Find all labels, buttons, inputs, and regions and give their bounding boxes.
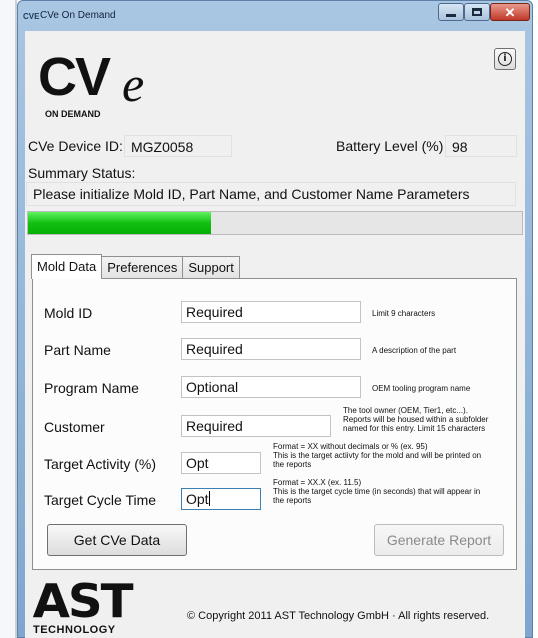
cve-logo: CV e ON DEMAND xyxy=(38,49,163,131)
progress-bar xyxy=(27,211,523,235)
progress-fill xyxy=(28,212,211,234)
part-name-input[interactable]: Required xyxy=(181,338,361,360)
target-activity-label: Target Activity (%) xyxy=(44,456,157,472)
copyright-text: © Copyright 2011 AST Technology GmbH · A… xyxy=(187,610,490,622)
client-area: CV e ON DEMAND i CVe Device ID: MGZ0058 … xyxy=(25,31,525,638)
battery-value: 98 xyxy=(445,135,517,157)
ast-logo-subtitle: TECHNOLOGY xyxy=(33,624,116,636)
customer-hint: The tool owner (OEM, Tier1, etc...). Rep… xyxy=(343,406,489,433)
mold-data-panel: Mold ID Required Limit 9 characters Part… xyxy=(32,278,517,570)
maximize-icon xyxy=(472,8,482,16)
logo-main-text: CV xyxy=(38,47,111,107)
maximize-button[interactable] xyxy=(464,3,490,21)
tab-support[interactable]: Support xyxy=(182,256,240,278)
desktop-edge xyxy=(0,0,17,638)
text-caret xyxy=(208,491,210,506)
program-name-label: Program Name xyxy=(44,380,139,396)
app-window: CVE CVe On Demand ✕ CV e ON DEMAND i CVe… xyxy=(17,0,533,638)
get-cve-data-button[interactable]: Get CVe Data xyxy=(47,524,187,556)
summary-message: Please initialize Mold ID, Part Name, an… xyxy=(26,182,516,206)
close-button[interactable]: ✕ xyxy=(490,3,530,21)
part-name-hint: A description of the part xyxy=(372,346,457,355)
generate-report-button[interactable]: Generate Report xyxy=(374,524,504,556)
ast-logo: AST TECHNOLOGY xyxy=(32,574,163,636)
device-id-label: CVe Device ID: xyxy=(28,138,123,154)
app-icon: CVE xyxy=(23,12,40,21)
window-title: CVe On Demand xyxy=(40,10,116,21)
tab-strip: Mold Data Preferences Support xyxy=(31,254,240,279)
target-cycle-time-hint: Format = XX.X (ex. 11.5) This is the tar… xyxy=(273,478,481,505)
logo-accent-text: e xyxy=(122,56,145,112)
summary-label: Summary Status: xyxy=(28,165,136,181)
info-icon: i xyxy=(498,52,512,66)
info-button[interactable]: i xyxy=(494,48,516,70)
target-cycle-time-value: Opt xyxy=(186,491,209,507)
target-cycle-time-input[interactable]: Opt xyxy=(181,488,261,510)
target-activity-input[interactable]: Opt xyxy=(181,452,261,474)
ast-logo-text: AST xyxy=(32,574,134,628)
minimize-icon xyxy=(446,13,456,17)
customer-input[interactable]: Required xyxy=(181,415,331,437)
mold-id-input[interactable]: Required xyxy=(181,301,361,323)
close-icon: ✕ xyxy=(504,4,516,20)
battery-label: Battery Level (%) xyxy=(336,138,444,154)
target-activity-hint: Format = XX without decimals or % (ex. 9… xyxy=(273,442,482,469)
program-name-input[interactable]: Optional xyxy=(181,376,361,398)
minimize-button[interactable] xyxy=(438,3,464,21)
customer-label: Customer xyxy=(44,419,105,435)
program-name-hint: OEM tooling program name xyxy=(372,384,471,393)
tab-preferences[interactable]: Preferences xyxy=(101,256,184,278)
part-name-label: Part Name xyxy=(44,342,111,358)
mold-id-hint: Limit 9 characters xyxy=(372,309,436,318)
device-id-value: MGZ0058 xyxy=(124,135,232,157)
title-bar[interactable]: CVE CVe On Demand ✕ xyxy=(18,1,532,31)
tab-mold-data[interactable]: Mold Data xyxy=(31,254,103,279)
logo-subtitle: ON DEMAND xyxy=(45,109,101,119)
mold-id-label: Mold ID xyxy=(44,305,93,321)
target-cycle-time-label: Target Cycle Time xyxy=(44,492,157,508)
